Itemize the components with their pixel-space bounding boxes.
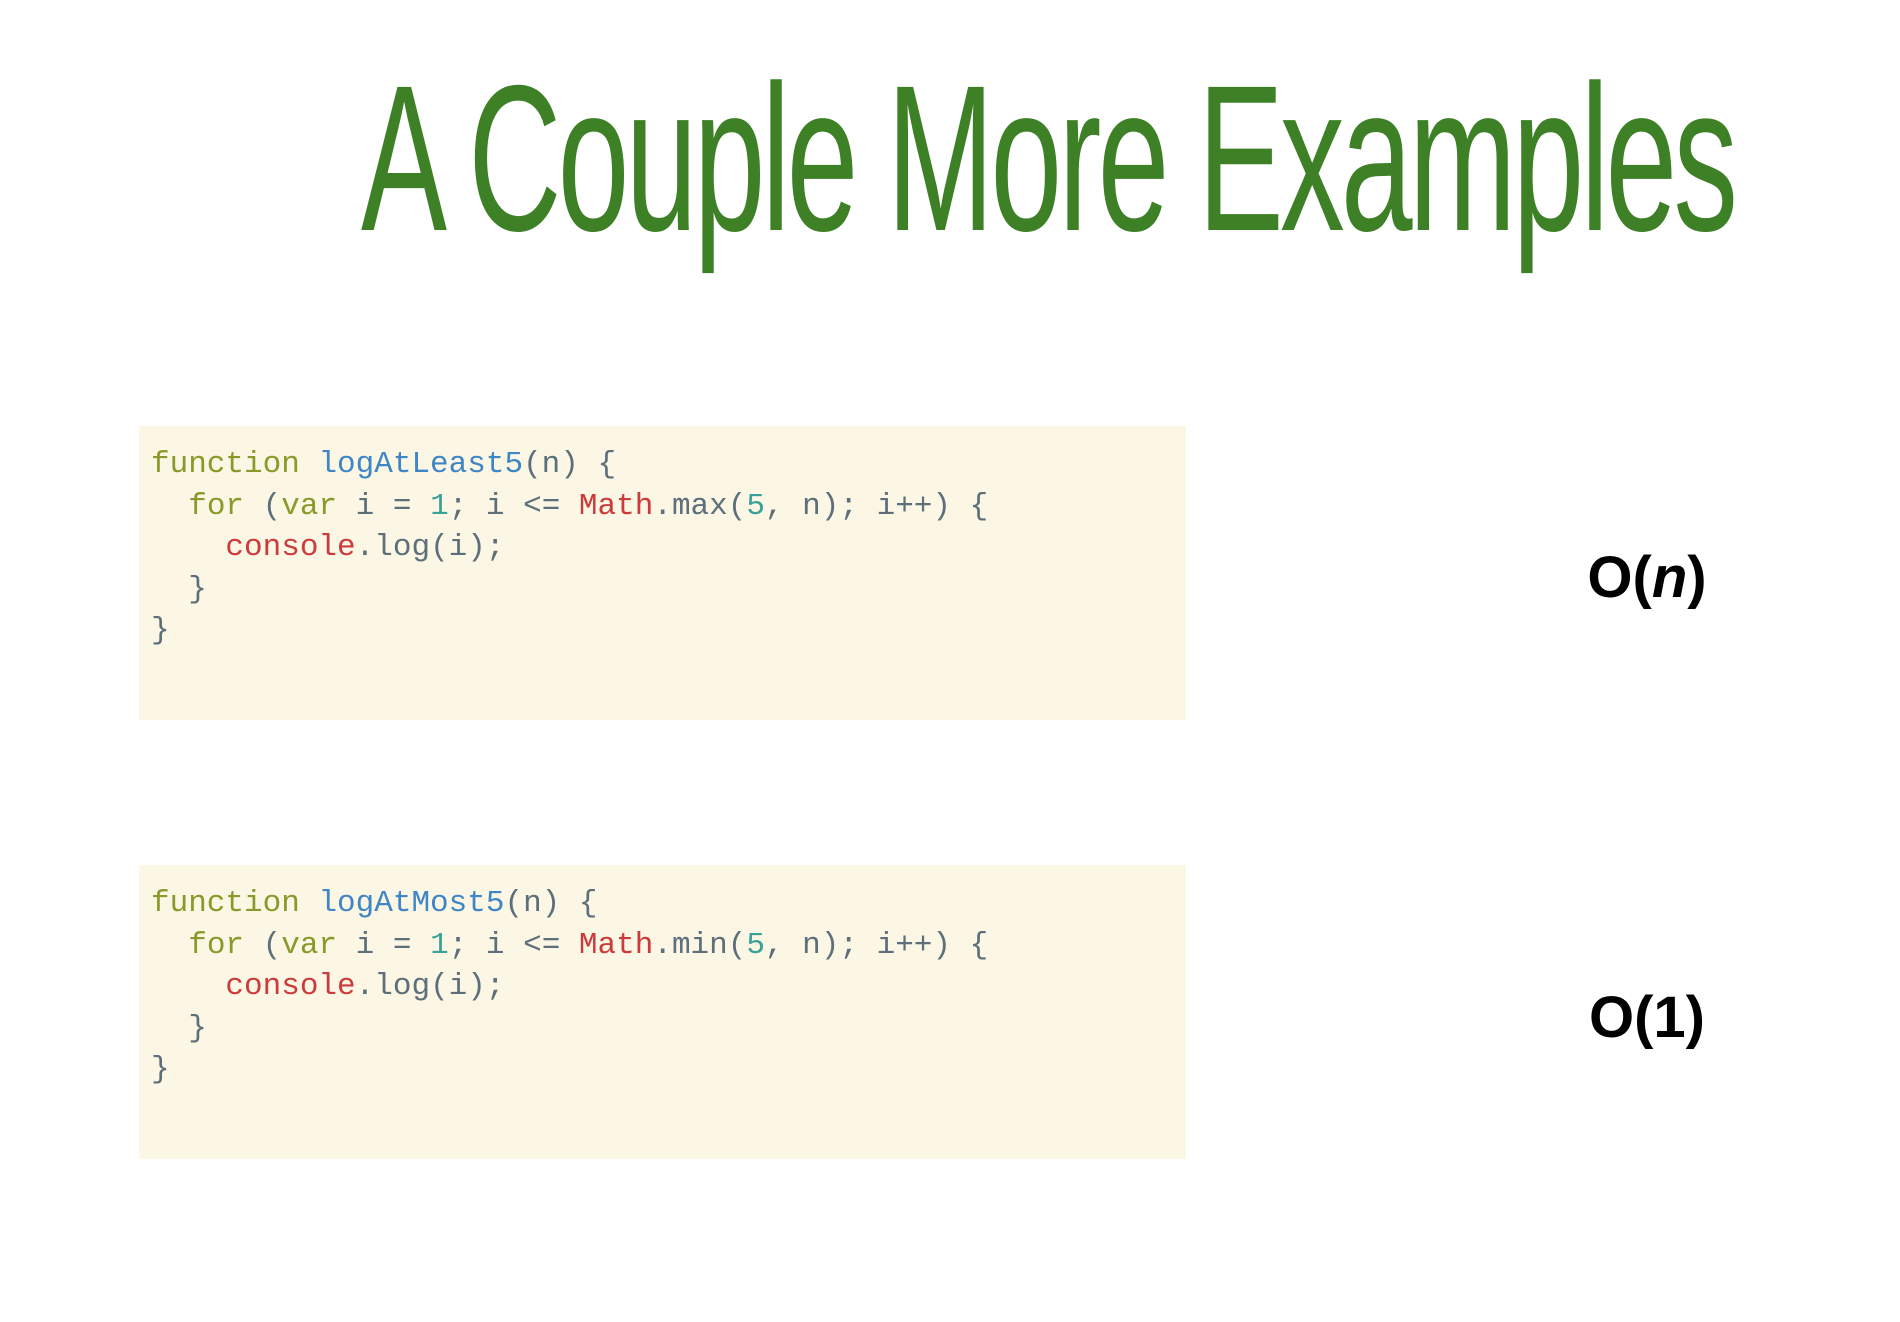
code-number: 1 <box>430 488 449 524</box>
code-keyword: var <box>281 488 338 524</box>
code-punctuation: ( <box>244 488 282 524</box>
code-keyword: var <box>281 927 338 963</box>
code-function-name: logAtMost5 <box>318 886 505 921</box>
code-line: function logAtMost5(n) { <box>151 883 1174 925</box>
code-punctuation: , n); i++) { <box>764 488 989 524</box>
code-builtin: console <box>225 969 356 1004</box>
complexity-prefix: O( <box>1587 545 1652 610</box>
code-line: } <box>151 1010 207 1046</box>
code-punctuation: (n) { <box>523 447 617 482</box>
code-builtin: console <box>225 530 356 565</box>
code-number: 1 <box>430 927 449 963</box>
complexity-label-o-1: O(1) <box>1589 985 1705 1050</box>
code-punctuation: ; i <= <box>448 927 579 963</box>
code-punctuation: .log(i); <box>355 969 505 1004</box>
code-function-name: logAtLeast5 <box>318 447 524 482</box>
code-punctuation: ; i <= <box>448 488 579 524</box>
code-line: function logAtLeast5(n) { <box>151 444 1174 486</box>
code-number: 5 <box>746 488 765 524</box>
complexity-label-o-n: O(n) <box>1582 544 1712 611</box>
complexity-variable: n <box>1651 545 1688 610</box>
code-keyword: function <box>151 447 300 482</box>
code-builtin: Math <box>578 927 654 963</box>
code-punctuation: (n) { <box>504 886 598 921</box>
code-punctuation: .max( <box>653 488 747 524</box>
code-line: } <box>151 613 170 648</box>
code-line: for (var i = 1; i <= Math.max(5, n); i++… <box>151 486 1174 528</box>
code-line: for (var i = 1; i <= Math.min(5, n); i++… <box>151 925 1174 967</box>
code-keyword: for <box>188 488 245 524</box>
code-block-log-at-most-5: function logAtMost5(n) { for (var i = 1;… <box>139 865 1186 1159</box>
code-punctuation: .min( <box>653 927 747 963</box>
code-punctuation: i = <box>337 927 431 963</box>
code-punctuation: i = <box>337 488 431 524</box>
code-punctuation: .log(i); <box>355 530 505 565</box>
code-number: 5 <box>746 927 765 963</box>
code-keyword: function <box>151 886 300 921</box>
code-punctuation: , n); i++) { <box>764 927 989 963</box>
code-keyword: for <box>188 927 245 963</box>
code-line: console.log(i); <box>151 966 1174 1008</box>
code-block-log-at-least-5: function logAtLeast5(n) { for (var i = 1… <box>139 426 1186 720</box>
complexity-suffix: ) <box>1687 545 1707 610</box>
code-line: } <box>151 1052 170 1087</box>
code-builtin: Math <box>578 488 654 524</box>
code-punctuation: ( <box>244 927 282 963</box>
code-line: console.log(i); <box>151 527 1174 569</box>
slide-title: A Couple More Examples <box>361 43 1738 275</box>
code-line: } <box>151 571 207 607</box>
